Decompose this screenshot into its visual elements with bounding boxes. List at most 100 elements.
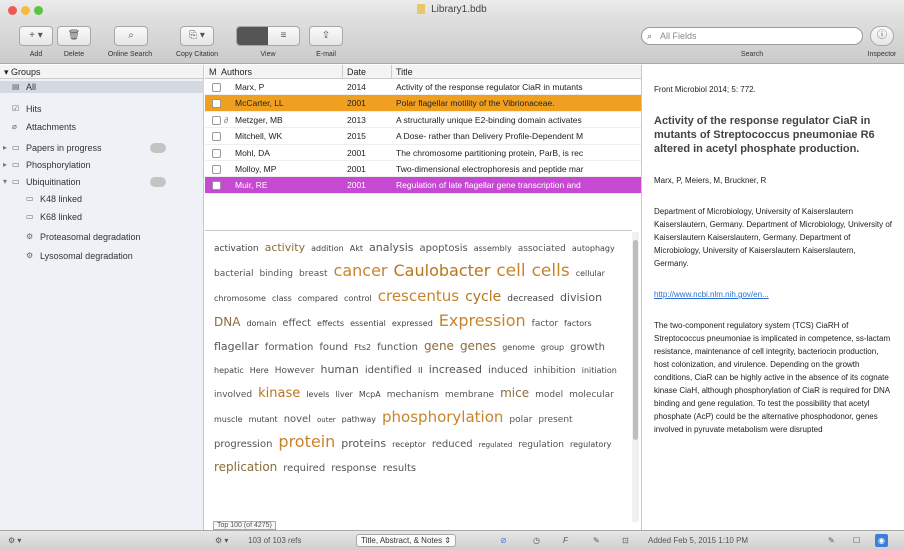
- tag-regulation[interactable]: regulation: [518, 434, 564, 456]
- tag-genome[interactable]: genome: [502, 337, 535, 359]
- copy-citation-button[interactable]: ⎘ ▾: [180, 26, 214, 46]
- tag-initiation[interactable]: initiation: [582, 360, 617, 382]
- tag-apoptosis[interactable]: apoptosis: [420, 238, 468, 260]
- word-cloud-scrollbar[interactable]: [632, 232, 639, 522]
- tag-group[interactable]: group: [541, 337, 564, 359]
- zoom-window-button[interactable]: [34, 6, 43, 15]
- sidebar-item-papers-in-progress[interactable]: ▸ ▭ Papers in progress: [0, 142, 204, 154]
- row-checkbox[interactable]: [212, 132, 221, 142]
- sidebar-item-attachments[interactable]: ⌀ Attachments: [0, 121, 204, 133]
- table-row[interactable]: Mitchell, WK 2015 A Dose- rather than Deli…: [205, 128, 641, 145]
- tag-model[interactable]: model: [535, 384, 563, 406]
- sidebar-item-all[interactable]: ▤ All: [0, 81, 204, 93]
- email-button[interactable]: ⇪: [309, 26, 343, 46]
- filter-icon[interactable]: ⊘: [500, 531, 507, 550]
- tag-levels[interactable]: levels: [306, 384, 329, 406]
- tag-effect[interactable]: effect: [282, 313, 311, 335]
- tag-proteins[interactable]: proteins: [341, 433, 386, 455]
- tag-activity[interactable]: activity: [265, 237, 306, 259]
- row-checkbox[interactable]: [212, 83, 221, 92]
- tag-present[interactable]: present: [538, 409, 572, 431]
- edit-icon[interactable]: ✎: [828, 531, 835, 550]
- attachment-icon[interactable]: ✎: [593, 531, 600, 550]
- sidebar-item-lysosomal-degradation[interactable]: ⚙ Lysosomal degradation: [0, 250, 204, 262]
- tag-muscle[interactable]: muscle: [214, 409, 243, 431]
- tag-ii[interactable]: II: [418, 360, 423, 382]
- tag-breast[interactable]: breast: [299, 263, 328, 285]
- tag-outer[interactable]: outer: [317, 409, 336, 431]
- tag-assembly[interactable]: assembly: [474, 238, 512, 260]
- minimize-window-button[interactable]: [21, 6, 30, 15]
- list-gear-icon[interactable]: ⚙ ▾: [215, 531, 228, 550]
- row-checkbox[interactable]: [212, 181, 221, 191]
- table-row[interactable]: McCarter, LL 2001 Polar flagellar motility…: [205, 95, 641, 112]
- tag-formation[interactable]: formation: [265, 337, 314, 359]
- sidebar-item-ubiquitination[interactable]: ▾ ▭ Ubiquitination: [0, 176, 204, 188]
- close-window-button[interactable]: [8, 6, 17, 15]
- tag-binding[interactable]: binding: [259, 263, 293, 285]
- tag-required[interactable]: required: [283, 458, 325, 480]
- tag-hepatic[interactable]: hepatic: [214, 360, 244, 382]
- tag-effects[interactable]: effects: [317, 313, 344, 335]
- tag-domain[interactable]: domain: [246, 313, 276, 335]
- column-authors-header[interactable]: Authors: [221, 65, 252, 79]
- preview-eye-icon[interactable]: ◉: [875, 534, 888, 547]
- tag-division[interactable]: division: [560, 287, 602, 309]
- tag-compared[interactable]: compared: [298, 288, 338, 310]
- tag-cycle[interactable]: cycle: [465, 286, 501, 308]
- notes-icon[interactable]: ☐: [853, 531, 860, 550]
- search-scope-select[interactable]: Title, Abstract, & Notes ⇕: [356, 534, 457, 547]
- tag-mice[interactable]: mice: [500, 382, 529, 404]
- table-row[interactable]: Molloy, MP 2001 Two-dimensional electropho…: [205, 161, 641, 178]
- tag-progression[interactable]: progression: [214, 434, 272, 456]
- tag-akt[interactable]: Akt: [350, 238, 363, 260]
- view-list-icon[interactable]: ≡: [268, 27, 299, 45]
- column-date-header[interactable]: Date: [342, 65, 366, 79]
- clock-icon[interactable]: ◷: [533, 531, 540, 550]
- tag-liver[interactable]: liver: [335, 384, 352, 406]
- disclosure-closed-icon[interactable]: ▸: [3, 159, 7, 171]
- tag-mcpa[interactable]: McpA: [359, 384, 381, 406]
- tag-pathway[interactable]: pathway: [342, 409, 376, 431]
- tag-kinase[interactable]: kinase: [258, 383, 300, 405]
- tag-novel[interactable]: novel: [284, 409, 311, 431]
- sidebar-item-proteasomal-degradation[interactable]: ⚙ Proteasomal degradation: [0, 231, 204, 243]
- tag-however[interactable]: However: [275, 360, 315, 382]
- gear-icon[interactable]: ⚙ ▾: [8, 531, 21, 550]
- tag-receptor[interactable]: receptor: [392, 434, 426, 456]
- tag-analysis[interactable]: analysis: [369, 237, 414, 259]
- tag-factor[interactable]: factor: [532, 313, 558, 335]
- tag-dna[interactable]: DNA: [214, 311, 240, 333]
- tag-expression[interactable]: Expression: [439, 310, 526, 332]
- tag-essential[interactable]: essential: [350, 313, 386, 335]
- tag-phosphorylation[interactable]: phosphorylation: [382, 406, 503, 428]
- tag-crescentus[interactable]: crescentus: [378, 285, 459, 307]
- reference-link[interactable]: http://www.ncbi.nlm.nih.gov/en...: [654, 288, 892, 301]
- tag-human[interactable]: human: [320, 359, 358, 381]
- tag-control[interactable]: control: [344, 288, 372, 310]
- tag-response[interactable]: response: [331, 458, 376, 480]
- tag-expressed[interactable]: expressed: [392, 313, 433, 335]
- tag-increased[interactable]: increased: [429, 359, 482, 381]
- column-flag-header[interactable]: M: [209, 65, 217, 79]
- tag-fts2[interactable]: Fts2: [354, 337, 371, 359]
- tag-autophagy[interactable]: autophagy: [572, 238, 615, 260]
- table-row[interactable]: Muir, RE 2001 Regulation of late flagellar…: [205, 177, 641, 194]
- tag-molecular[interactable]: molecular: [569, 384, 614, 406]
- sidebar-item-hits[interactable]: ☑ Hits: [0, 103, 204, 115]
- tag-genes[interactable]: genes: [460, 335, 496, 357]
- table-row[interactable]: Marx, P 2014 Activity of the response regu…: [205, 79, 641, 96]
- add-button[interactable]: + ▾: [19, 26, 53, 46]
- tag-involved[interactable]: involved: [214, 384, 252, 406]
- disclosure-closed-icon[interactable]: ▸: [3, 142, 7, 154]
- tag-chromosome[interactable]: chromosome: [214, 288, 266, 310]
- online-search-button[interactable]: ⌕: [114, 26, 148, 46]
- tag-class[interactable]: class: [272, 288, 292, 310]
- scrollbar-thumb[interactable]: [633, 240, 638, 440]
- sidebar-item-phosphorylation[interactable]: ▸ ▭ Phosphorylation: [0, 159, 204, 171]
- tag-cancer[interactable]: cancer: [334, 260, 388, 282]
- tag-regulatory[interactable]: regulatory: [570, 434, 611, 456]
- inspector-button[interactable]: ⓘ: [870, 26, 894, 46]
- groups-header[interactable]: ▾ Groups: [0, 65, 203, 79]
- tag-polar[interactable]: polar: [509, 409, 532, 431]
